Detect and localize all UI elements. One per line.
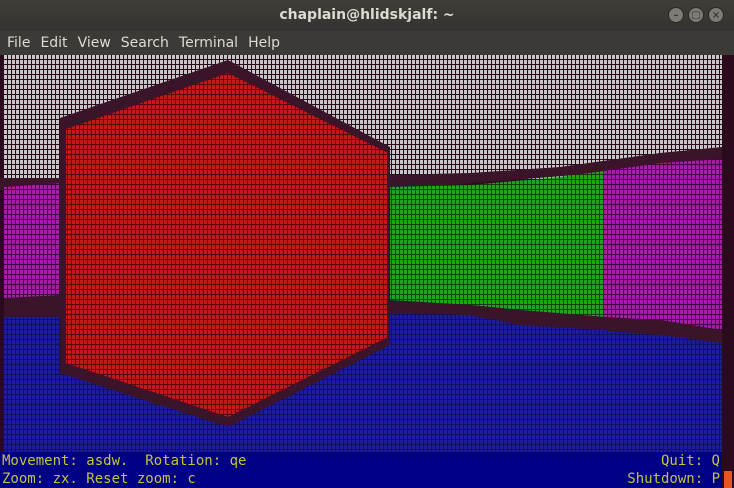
menu-search[interactable]: Search <box>116 31 174 55</box>
minimize-button[interactable]: – <box>668 7 684 23</box>
status-line-2: Zoom: zx. Reset zoom: c Shutdown: P <box>0 470 722 488</box>
window-controls: – □ × <box>668 7 724 23</box>
menu-bar: File Edit View Search Terminal Help <box>0 31 734 55</box>
title-bar: chaplain@hlidskjalf: ~ – □ × <box>0 0 734 31</box>
shutdown-hint-text: Shutdown: P <box>627 471 720 487</box>
zoom-controls-text: Zoom: zx. Reset zoom: c <box>2 471 196 487</box>
terminal-cursor <box>724 471 732 488</box>
floor-shadow-left <box>4 295 62 317</box>
ascii-3d-scene <box>0 55 734 452</box>
menu-view[interactable]: View <box>73 31 116 55</box>
terminal-window: chaplain@hlidskjalf: ~ – □ × File Edit V… <box>0 0 734 488</box>
close-button[interactable]: × <box>708 7 724 23</box>
magenta-wall-right <box>604 159 722 330</box>
menu-file[interactable]: File <box>2 31 35 55</box>
menu-terminal[interactable]: Terminal <box>174 31 243 55</box>
menu-help[interactable]: Help <box>243 31 285 55</box>
movement-controls-text: Movement: asdw. Rotation: qe <box>2 453 247 469</box>
maximize-button[interactable]: □ <box>688 7 704 23</box>
status-line-1: Movement: asdw. Rotation: qe Quit: Q <box>0 452 722 470</box>
window-title: chaplain@hlidskjalf: ~ <box>279 7 455 23</box>
magenta-wall-left <box>4 183 62 303</box>
quit-hint-text: Quit: Q <box>660 453 720 469</box>
menu-edit[interactable]: Edit <box>35 31 72 55</box>
green-wall <box>388 171 604 317</box>
terminal-viewport[interactable]: Movement: asdw. Rotation: qe Quit: Q Zoo… <box>0 55 734 488</box>
